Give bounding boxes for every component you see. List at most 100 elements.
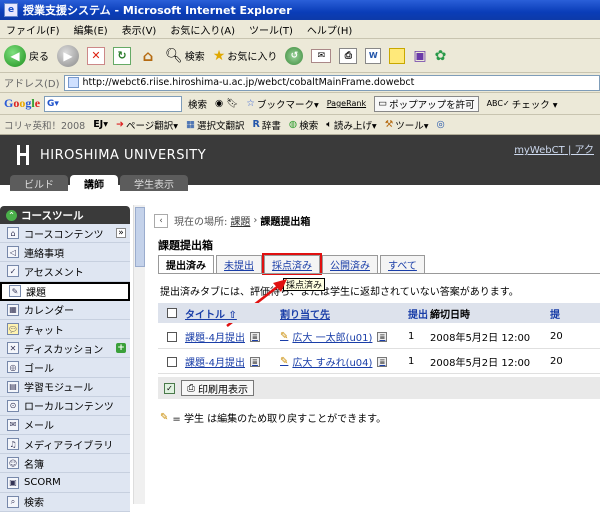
breadcrumb-link-assignments[interactable]: 課題 — [230, 213, 250, 228]
home-button[interactable]: ⌂ — [139, 47, 157, 65]
google-toolbar: Google G▾ 検索 ◉ 🔖︎ ☆ ブックマーク▾ PageRank ▭ ポップ… — [0, 93, 600, 115]
address-label: アドレス(D) — [4, 79, 60, 90]
action-menu-icon[interactable]: ≣ — [249, 331, 260, 342]
sidebar-title[interactable]: ⌃ コースツール — [0, 206, 130, 224]
pagerank-indicator[interactable]: PageRank — [327, 99, 366, 108]
column-submitted[interactable]: 提出 — [408, 306, 430, 321]
page-translate-button[interactable]: ➜ ページ翻訳▾ — [116, 118, 178, 132]
address-input[interactable]: http://webct6.riise.hiroshima-u.ac.jp/we… — [63, 74, 600, 91]
menu-file[interactable]: ファイル(F) — [6, 22, 60, 37]
sidebar-item-assessments[interactable]: ✓ アセスメント — [0, 262, 130, 282]
menu-help[interactable]: ヘルプ(H) — [307, 22, 352, 37]
row-assignee-link[interactable]: ✎ 広大 一太郎(u01) ≣ — [280, 329, 408, 344]
tab-submitted[interactable]: 提出済み — [158, 255, 214, 273]
edit-button[interactable]: W — [365, 47, 382, 64]
print-view-button[interactable]: ⎙ 印刷用表示 — [181, 380, 254, 396]
ie-icon: e — [4, 3, 18, 17]
favorites-label: お気に入り — [227, 52, 278, 63]
back-button[interactable]: ◀ 戻る — [4, 44, 49, 67]
messenger-icon: ✿ — [434, 47, 447, 64]
sidebar-item-chat[interactable]: 💬︎ チャット — [0, 319, 130, 340]
row-assignee-link[interactable]: ✎ 広大 すみれ(u04) ≣ — [280, 354, 408, 369]
tab-instructor[interactable]: 講師 — [70, 175, 118, 191]
jisho-button[interactable]: R 辞書 — [253, 118, 281, 132]
tab-build[interactable]: ビルド — [10, 175, 68, 191]
add-icon[interactable]: + — [116, 343, 126, 354]
menu-favorites[interactable]: お気に入り(A) — [170, 22, 235, 37]
mywebct-link[interactable]: myWebCT | アク — [514, 141, 594, 156]
select-all-checkbox[interactable] — [167, 308, 177, 318]
mail-button[interactable]: ✉ — [311, 48, 332, 63]
expand-menu-icon[interactable]: » — [116, 228, 126, 239]
row-checkbox[interactable] — [167, 331, 177, 342]
role-tabs: ビルド 講師 学生表示 — [10, 175, 190, 191]
google-search-button[interactable]: 検索 — [188, 97, 207, 111]
print-toolbar-button[interactable]: ⎙ — [339, 47, 358, 64]
bookmark-button[interactable]: ☆ ブックマーク▾ — [246, 97, 318, 111]
address-url: http://webct6.riise.hiroshima-u.ac.jp/we… — [82, 77, 415, 88]
sidebar-item-scorm[interactable]: ▣ SCORM — [0, 473, 130, 493]
tab-student-view[interactable]: 学生表示 — [120, 175, 188, 191]
row-submit-count: 1 — [408, 331, 415, 342]
menu-edit[interactable]: 編集(E) — [74, 22, 108, 37]
address-bar: アドレス(D) http://webct6.riise.hiroshima-u.… — [0, 73, 600, 93]
action-menu-icon[interactable]: ≣ — [377, 356, 388, 367]
column-assigned[interactable]: 割り当て先 — [280, 306, 408, 321]
action-menu-icon[interactable]: ≣ — [249, 356, 260, 367]
favorites-button[interactable]: ★ お気に入り — [213, 48, 278, 64]
menu-view[interactable]: 表示(V) — [122, 22, 157, 37]
column-more[interactable]: 提 — [550, 306, 560, 321]
tab-all[interactable]: すべて — [380, 255, 425, 273]
menu-tools[interactable]: ツール(T) — [249, 22, 293, 37]
export-icon[interactable]: ✓ — [164, 382, 175, 394]
history-button[interactable]: ↺ — [285, 46, 304, 65]
forward-button[interactable]: ▶ — [57, 44, 79, 67]
sidebar-item-course-content[interactable]: ⌂ コースコンテンツ» — [0, 224, 130, 244]
sidebar-item-search[interactable]: ⌕ 検索 — [0, 492, 130, 512]
sidebar-item-goals[interactable]: ◎ ゴール — [0, 358, 130, 378]
row-checkbox[interactable] — [167, 356, 177, 367]
popup-allow-button[interactable]: ▭ ポップアップを許可 — [374, 95, 479, 112]
kensaku-button[interactable]: ◍ 検索 — [289, 118, 318, 132]
help-icon[interactable]: ◎ — [437, 119, 445, 130]
table-header: タイトル ⇧ 割り当て先 提出 締切日時 提 — [158, 303, 600, 323]
refresh-button[interactable]: ↻ — [113, 46, 131, 65]
search-label: 検索 — [184, 52, 205, 63]
row-title-link[interactable]: 課題-4月提出 ≣ — [185, 329, 280, 344]
read-aloud-button[interactable]: 🔈︎ 読み上げ▾ — [326, 118, 376, 132]
table-footer: ✓ ⎙ 印刷用表示 — [158, 377, 600, 399]
select-translate-button[interactable]: ▦ 選択文翻訳 — [186, 118, 245, 132]
google-extra-icons[interactable]: ◉ 🔖︎ — [215, 98, 238, 109]
sidebar-item-media-library[interactable]: ♫ メディアライブラリ — [0, 435, 130, 455]
google-search-input[interactable]: G▾ — [44, 95, 183, 112]
sidebar-item-mail[interactable]: ✉ メール — [0, 415, 130, 436]
search-button[interactable]: 🔍︎ 検索 — [165, 48, 205, 64]
action-menu-icon[interactable]: ≣ — [377, 331, 388, 342]
sidebar-item-discussion[interactable]: ✕ ディスカッション + — [0, 339, 130, 359]
breadcrumb: ‹ 現在の場所: 課題 › 課題提出箱 — [154, 213, 310, 228]
page-title: 課題提出箱 — [158, 239, 213, 252]
mail-icon: ✉ — [311, 48, 332, 63]
tab-published[interactable]: 公開済み — [322, 255, 378, 273]
ej-dropdown[interactable]: EJ▾ — [93, 119, 108, 130]
collapse-nav-button[interactable]: ‹ — [154, 213, 168, 228]
word-icon: W — [365, 47, 382, 64]
legend-note: ✎ = 学生 は編集のため取り戻すことができます。 — [160, 412, 387, 425]
messenger-button[interactable]: ✿ — [435, 48, 447, 64]
spellcheck-button[interactable]: ABC✓ チェック ▾ — [487, 97, 558, 111]
sidebar-item-announcements[interactable]: ◁ 連絡事項 — [0, 243, 130, 263]
research-button[interactable]: ▣ — [413, 48, 426, 64]
sidebar-item-calendar[interactable]: ▦ カレンダー — [0, 300, 130, 320]
stop-button[interactable]: ✕ — [87, 46, 105, 65]
column-title[interactable]: タイトル ⇧ — [185, 306, 280, 321]
sidebar-item-learning-modules[interactable]: ▤ 学習モジュール — [0, 377, 130, 397]
sidebar-item-local-content[interactable]: ⊙ ローカルコンテンツ — [0, 396, 130, 416]
sidebar-item-assignments[interactable]: ✎ 課題 — [0, 281, 130, 301]
tools-dropdown[interactable]: ⚒ ツール▾ — [385, 118, 429, 132]
column-due[interactable]: 締切日時 — [430, 306, 550, 321]
sidebar-item-roster[interactable]: ☺ 名簿 — [0, 454, 130, 474]
sidebar-scrollbar[interactable] — [133, 205, 145, 504]
notes-button[interactable] — [389, 47, 406, 64]
scrollbar-thumb[interactable] — [135, 207, 145, 267]
row-title-link[interactable]: 課題-4月提出 ≣ — [185, 354, 280, 369]
